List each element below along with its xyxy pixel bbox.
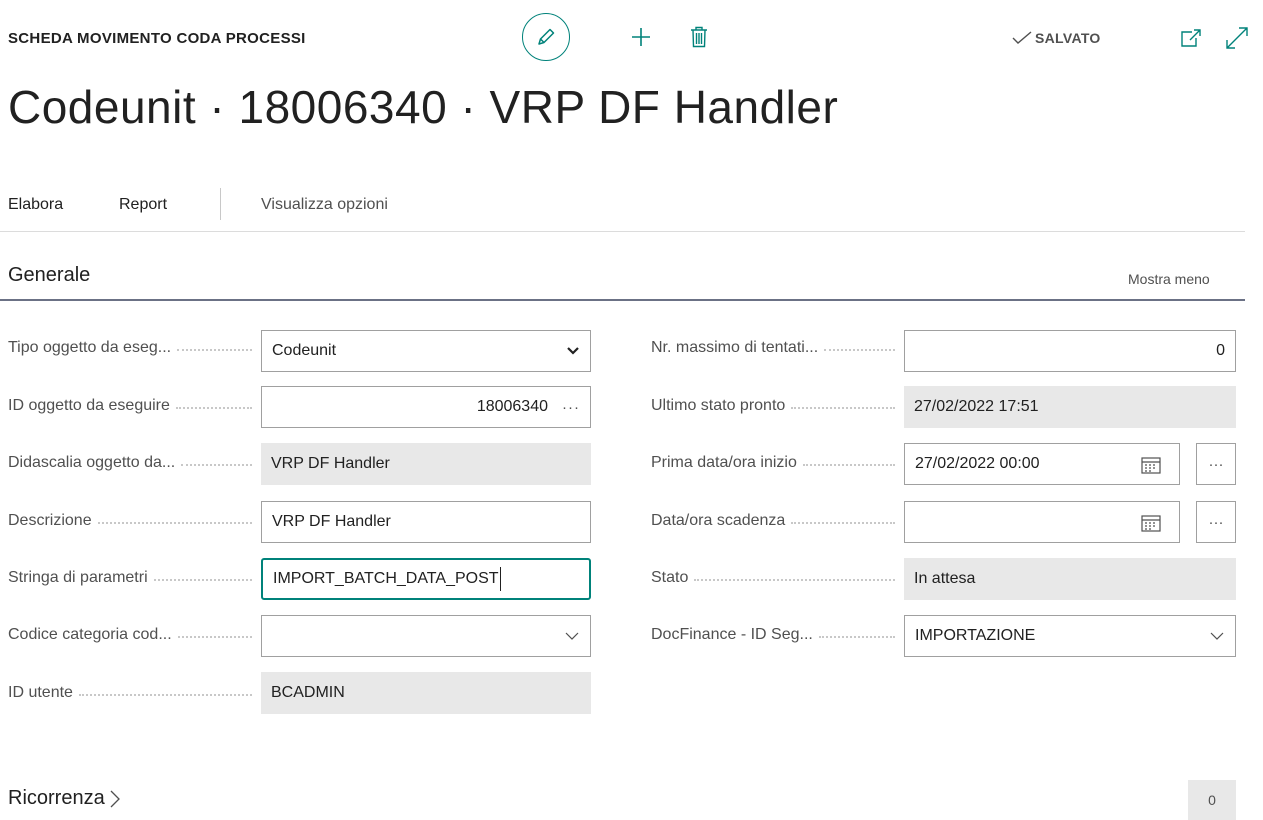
saved-label: SALVATO — [1035, 30, 1101, 46]
field-label-category-code: Codice categoria cod... — [8, 626, 260, 644]
chevron-down-icon — [565, 632, 579, 640]
edit-button[interactable] — [522, 13, 570, 61]
chevron-down-icon — [567, 347, 579, 355]
object-caption-field: VRP DF Handler — [261, 443, 591, 485]
field-label-object-type: Tipo oggetto da eseg... — [8, 339, 260, 357]
trash-icon — [691, 26, 707, 48]
show-less-link[interactable]: Mostra meno — [1128, 271, 1210, 287]
section-divider — [0, 299, 1245, 301]
expiration-assist-button[interactable]: ··· — [1196, 501, 1236, 543]
field-label-expiration: Data/ora scadenza — [651, 512, 903, 530]
text-caret — [499, 567, 501, 591]
delete-button[interactable] — [688, 24, 710, 50]
object-type-select[interactable]: Codeunit — [261, 330, 591, 372]
report-action[interactable]: Report — [119, 196, 167, 214]
earliest-start-assist-button[interactable]: ··· — [1196, 443, 1236, 485]
pencil-icon — [538, 28, 555, 45]
field-label-description: Descrizione — [8, 512, 260, 530]
view-options-action[interactable]: Visualizza opzioni — [261, 196, 388, 214]
category-code-select[interactable] — [261, 615, 591, 657]
description-field[interactable]: VRP DF Handler — [261, 501, 591, 543]
field-label-user-id: ID utente — [8, 684, 260, 702]
section-title-general[interactable]: Generale — [8, 264, 90, 287]
popout-button[interactable] — [1180, 28, 1202, 53]
checkmark-icon — [1012, 31, 1032, 44]
process-action[interactable]: Elabora — [8, 196, 63, 214]
header-actions — [522, 13, 710, 61]
parameter-string-field[interactable]: IMPORT_BATCH_DATA_POST — [261, 558, 591, 600]
field-label-docfinance-segment: DocFinance - ID Seg... — [651, 626, 903, 644]
user-id-field: BCADMIN — [261, 672, 591, 714]
new-button[interactable] — [628, 24, 654, 50]
object-id-field[interactable]: 18006340 ··· — [261, 386, 591, 428]
earliest-start-field[interactable]: 27/02/2022 00:00 — [904, 443, 1180, 485]
page-title: Codeunit · 18006340 · VRP DF Handler — [8, 81, 839, 133]
saved-status: SALVATO — [1012, 30, 1101, 46]
calendar-icon[interactable] — [1141, 514, 1161, 532]
field-label-parameter-string: Stringa di parametri — [8, 569, 260, 587]
field-label-object-caption: Didascalia oggetto da... — [8, 454, 260, 472]
action-bar: Elabora Report Visualizza opzioni — [0, 180, 1245, 232]
expand-button[interactable] — [1225, 26, 1249, 55]
docfinance-segment-select[interactable]: IMPORTAZIONE — [904, 615, 1236, 657]
expiration-field[interactable] — [904, 501, 1180, 543]
section-title-recurrence[interactable]: Ricorrenza — [8, 787, 121, 810]
field-label-last-ready-state: Ultimo stato pronto — [651, 397, 903, 415]
page-caption: SCHEDA MOVIMENTO CODA PROCESSI — [8, 30, 306, 47]
lookup-ellipsis-icon[interactable]: ··· — [562, 399, 580, 416]
chevron-right-icon — [110, 790, 120, 807]
popout-icon — [1181, 29, 1201, 47]
chevron-down-icon — [1210, 632, 1224, 640]
last-ready-state-field: 27/02/2022 17:51 — [904, 386, 1236, 428]
field-label-max-attempts: Nr. massimo di tentati... — [651, 339, 903, 357]
expand-icon — [1226, 27, 1248, 49]
parameter-string-value: IMPORT_BATCH_DATA_POST — [273, 570, 499, 588]
field-label-object-id: ID oggetto da eseguire — [8, 397, 260, 415]
field-label-status: Stato — [651, 569, 903, 587]
status-field: In attesa — [904, 558, 1236, 600]
calendar-icon[interactable] — [1141, 456, 1161, 474]
recurrence-count-badge: 0 — [1188, 780, 1236, 820]
field-label-earliest-start: Prima data/ora inizio — [651, 454, 903, 472]
action-separator — [220, 188, 221, 220]
plus-icon — [632, 28, 650, 46]
max-attempts-field[interactable]: 0 — [904, 330, 1236, 372]
